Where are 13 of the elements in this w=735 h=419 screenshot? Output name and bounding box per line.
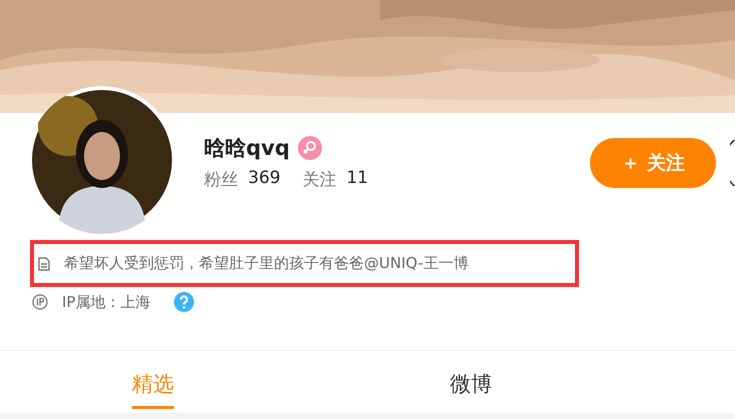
bio-text: 希望坏人受到惩罚，希望肚子里的孩子有爸爸@UNIQ-王一博 bbox=[64, 254, 468, 273]
tab[interactable]: 精选 bbox=[132, 356, 174, 408]
stat-label: 粉丝 bbox=[204, 169, 238, 191]
follow-button[interactable]: ＋ 关注 bbox=[590, 138, 716, 188]
stat-label: 关注 bbox=[302, 169, 336, 191]
ip-location: IP属地：上海 bbox=[62, 292, 150, 312]
user-name: 晗晗qvq bbox=[204, 135, 290, 162]
circle-button[interactable] bbox=[730, 138, 735, 188]
stat-value: 369 bbox=[248, 168, 280, 190]
ip-icon bbox=[32, 294, 48, 310]
tab[interactable]: 微博 bbox=[450, 356, 492, 408]
stat-value: 11 bbox=[346, 168, 368, 190]
document-icon bbox=[38, 256, 50, 270]
